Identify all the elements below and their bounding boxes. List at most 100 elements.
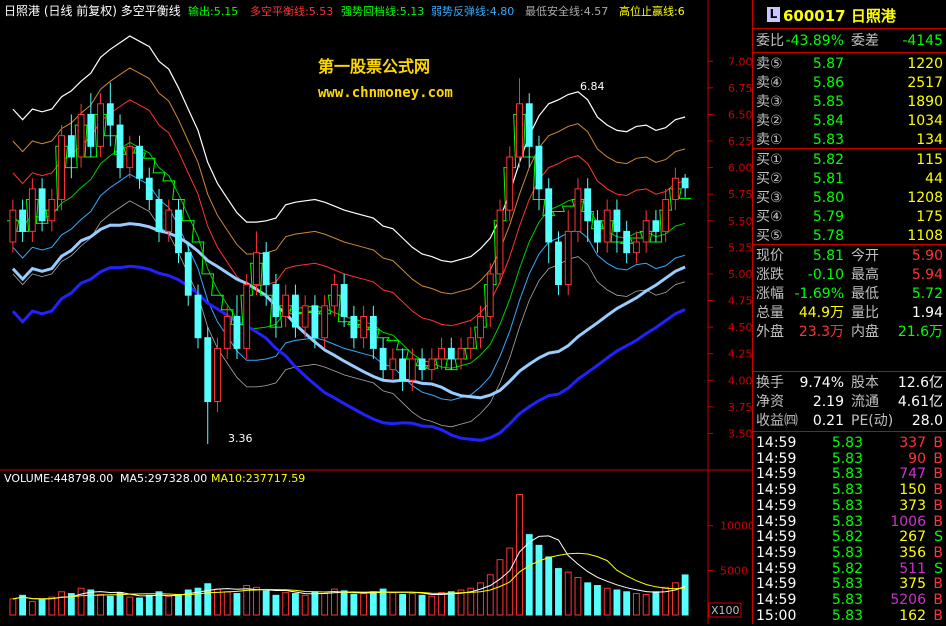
quote-header[interactable]: L 600017 日照港 xyxy=(753,0,946,29)
high-annotation: 6.84 xyxy=(580,80,605,93)
candle-body xyxy=(506,156,514,211)
price-tick-label: 6.50 xyxy=(728,108,753,121)
candle-body xyxy=(360,315,368,339)
ask-label: 卖② xyxy=(756,113,783,129)
candle-body xyxy=(321,305,329,339)
candle-body xyxy=(681,177,689,189)
ask-price: 5.87 xyxy=(812,56,844,72)
volume-bar xyxy=(136,597,143,616)
ask-row: 卖④ 5.86 2517 xyxy=(753,73,946,93)
finance-label: 流通 xyxy=(851,394,879,410)
volume-bar xyxy=(9,598,17,616)
volume-bar xyxy=(126,596,134,616)
volume-bar xyxy=(389,592,397,616)
ask-volume: 1220 xyxy=(907,56,943,72)
weicha-label: 委差 xyxy=(851,33,879,49)
stat-row: 总量 44.9万 量比 1.94 xyxy=(753,303,946,323)
candle-body xyxy=(9,209,17,243)
volume-bar xyxy=(584,582,592,616)
price-tick-label: 7.00 xyxy=(728,55,753,68)
ask-label: 卖⑤ xyxy=(756,56,783,72)
candle-body xyxy=(379,347,387,371)
stat-value: 44.9万 xyxy=(798,305,844,321)
bid-row: 买① 5.82 115 xyxy=(753,150,946,170)
bid-price: 5.81 xyxy=(812,171,844,187)
volume-bar xyxy=(165,595,173,616)
stat-value: 1.94 xyxy=(911,305,943,321)
candle-body xyxy=(447,347,455,360)
price-tick-label: 4.00 xyxy=(728,374,753,387)
volume-bar xyxy=(408,593,416,616)
tick-time: 15:00 xyxy=(756,607,797,624)
stat-row: 现价 5.81 今开 5.90 xyxy=(753,246,946,266)
bid-label: 买④ xyxy=(756,209,783,225)
stat-label: 总量 xyxy=(756,305,784,321)
chart-title: 日照港 (日线 前复权) 多空平衡线 xyxy=(4,3,181,18)
candle-body xyxy=(594,220,601,243)
weibi-label: 委比 xyxy=(756,33,784,49)
volume-bar xyxy=(623,591,631,616)
stat-label: 涨幅 xyxy=(756,286,784,302)
finance-label: 换手 xyxy=(756,375,784,391)
stat-row: 涨跌 -0.10 最高 5.94 xyxy=(753,265,946,285)
indicator-label-2: 强势回档线:5.13 xyxy=(341,4,424,18)
volume-bar xyxy=(438,592,445,616)
bid-volume: 1208 xyxy=(907,190,943,206)
stat-row: 涨幅 -1.69% 最低 5.72 xyxy=(753,284,946,304)
stat-label: 今开 xyxy=(851,248,879,264)
stat-label: 外盘 xyxy=(756,324,784,340)
indicator-label-1: 多空平衡线:5.53 xyxy=(250,4,333,18)
volume-bar xyxy=(671,582,679,616)
bid-volume: 115 xyxy=(916,152,943,168)
candle-body xyxy=(486,273,494,317)
volume-bar xyxy=(613,589,621,616)
stat-value: 5.90 xyxy=(911,248,943,264)
ask-price: 5.84 xyxy=(812,113,844,129)
candle-body xyxy=(662,198,670,232)
ask-price: 5.85 xyxy=(812,94,844,110)
candle-body xyxy=(262,252,270,286)
tick-volume: 162 xyxy=(899,607,926,624)
volume-bar xyxy=(447,591,455,616)
stat-label: 现价 xyxy=(756,248,784,264)
candle-body xyxy=(408,358,416,381)
watermark-line2: www.chnmoney.com xyxy=(318,85,453,101)
stat-value: 5.81 xyxy=(812,248,844,264)
price-tick-label: 6.25 xyxy=(728,135,753,148)
candle-body xyxy=(97,103,104,147)
candle-body xyxy=(545,188,553,243)
volume-bar xyxy=(233,593,241,616)
candle-body xyxy=(214,347,221,403)
ask-volume: 134 xyxy=(916,132,943,148)
stat-label: 最低 xyxy=(851,286,879,302)
stat-row: 外盘 23.3万 内盘 21.6万 xyxy=(753,322,946,342)
candle-body xyxy=(19,209,27,232)
volume-bar xyxy=(321,593,329,616)
weicha-value: -4145 xyxy=(902,33,943,49)
low-annotation: 3.36 xyxy=(228,432,253,445)
candle-body xyxy=(175,209,182,254)
indicator-label-5: 高位止赢线:6 xyxy=(619,4,685,18)
finance-row: 净资 2.19 流通 4.61亿 xyxy=(753,392,946,412)
volume-bar xyxy=(204,583,212,616)
candle-body xyxy=(67,135,75,158)
candle-body xyxy=(535,145,543,190)
finance-label: 净资 xyxy=(756,394,784,410)
candle-body xyxy=(311,305,319,339)
candle-body xyxy=(301,305,309,328)
candle-body xyxy=(613,209,621,232)
volume-bar xyxy=(340,590,348,616)
ask-label: 卖① xyxy=(756,132,783,148)
volume-bar xyxy=(574,577,582,616)
candle-body xyxy=(282,294,290,317)
volume-bar xyxy=(379,588,387,616)
candle-body xyxy=(165,209,173,232)
ask-volume: 1890 xyxy=(907,94,943,110)
price-tick-label: 3.50 xyxy=(728,427,753,440)
stat-value: 23.3万 xyxy=(798,324,844,340)
candle-body xyxy=(642,220,650,243)
weibi-value: -43.89% xyxy=(785,33,844,49)
price-tick-label: 5.25 xyxy=(728,241,753,254)
bid-volume: 44 xyxy=(925,171,943,187)
bid-row: 买③ 5.80 1208 xyxy=(753,188,946,208)
